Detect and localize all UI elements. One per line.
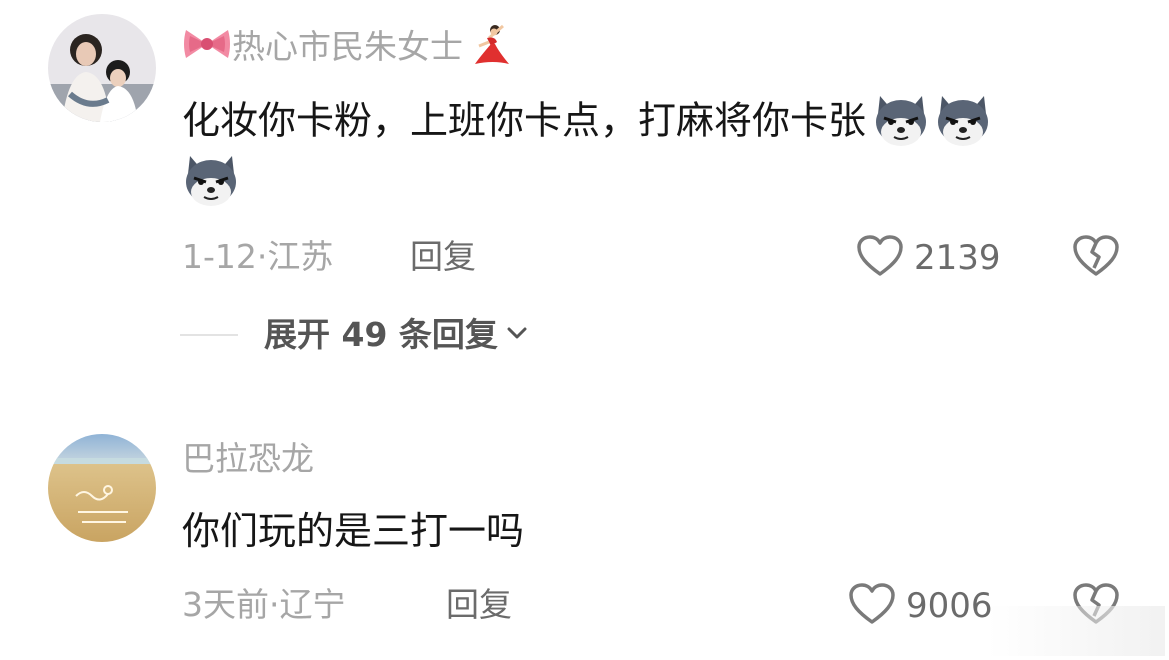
husky-sticker-icon xyxy=(872,92,930,154)
heart-icon xyxy=(856,234,904,282)
username-text: 热心市民朱女士 xyxy=(232,27,463,66)
expand-replies-button[interactable]: 展开 49 条回复 xyxy=(180,318,528,351)
chevron-down-icon xyxy=(506,325,528,344)
username[interactable]: 热心市民朱女士 xyxy=(182,22,515,71)
comment-text-body: 化妆你卡粉，上班你卡点，打麻将你卡张 xyxy=(182,98,867,143)
heart-icon xyxy=(848,582,896,630)
like-count: 9006 xyxy=(906,586,993,626)
husky-sticker-icon xyxy=(182,152,240,214)
comment-text: 你们玩的是三打一吗 xyxy=(182,509,525,553)
divider xyxy=(180,333,238,336)
comment-item: 热心市民朱女士 化妆你卡粉，上班你卡点，打麻将你卡张 1-12·江苏 回复 21… xyxy=(0,0,1169,380)
expand-replies-label: 展开 49 条回复 xyxy=(264,315,498,354)
comment-date-location: 1-12·江苏 xyxy=(182,237,334,276)
comment-text-line2 xyxy=(182,152,240,214)
username[interactable]: 巴拉恐龙 xyxy=(182,442,314,475)
like-button[interactable]: 9006 xyxy=(848,582,993,630)
bow-emoji-icon xyxy=(182,24,232,69)
broken-heart-icon xyxy=(1072,235,1120,282)
dancer-emoji-icon xyxy=(469,22,515,71)
avatar[interactable] xyxy=(48,14,156,122)
like-count: 2139 xyxy=(914,238,1001,278)
dislike-button[interactable] xyxy=(1072,234,1120,282)
reply-button[interactable]: 回复 xyxy=(446,588,512,621)
like-button[interactable]: 2139 xyxy=(856,234,1001,282)
comment-text: 化妆你卡粉，上班你卡点，打麻将你卡张 xyxy=(182,92,992,154)
comment-date-location: 3天前·辽宁 xyxy=(182,585,346,624)
avatar[interactable] xyxy=(48,434,156,542)
reply-button[interactable]: 回复 xyxy=(410,240,476,273)
watermark xyxy=(987,606,1165,656)
username-text: 巴拉恐龙 xyxy=(182,439,314,478)
husky-sticker-icon xyxy=(934,92,992,154)
